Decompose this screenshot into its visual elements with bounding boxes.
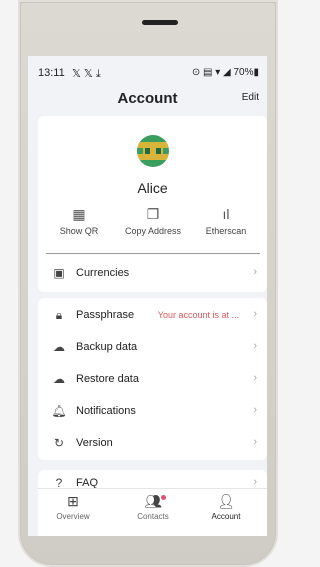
chevron-right-icon: › [253, 404, 257, 416]
etherscan-button[interactable]: ıl Etherscan [191, 206, 261, 236]
currencies-row[interactable]: ▣ Currencies › [38, 258, 267, 290]
backup-data-row[interactable]: ☁ Backup data › [38, 332, 267, 364]
profile-card: Alice ▦ Show QR ❐ Copy Address ıl Ethers… [38, 116, 267, 292]
qr-icon: ▦ [72, 206, 86, 222]
lock-icon: 🔒︎ [55, 308, 63, 322]
cloud-upload-icon: ☁ [53, 372, 65, 386]
chevron-right-icon: › [253, 476, 257, 488]
notification-icons: 𝕏 𝕏 ⤓ [72, 68, 101, 80]
banknote-icon: ▣ [53, 266, 65, 280]
status-right: ⊙ ▤ ▾ ◢ 70%▮ [191, 67, 259, 78]
tab-account[interactable]: 👤︎ Account [191, 493, 261, 521]
person-icon: 👤︎ [217, 493, 235, 509]
chevron-right-icon: › [253, 372, 257, 384]
bell-icon: 🔔︎ [51, 404, 67, 418]
settings-card: 🔒︎ Passphrase Your account is at ... › ☁… [38, 298, 267, 460]
copy-address-button[interactable]: ❐ Copy Address [118, 206, 188, 236]
notifications-row[interactable]: 🔔︎ Notifications › [38, 396, 267, 428]
cloud-download-icon: ☁ [53, 340, 65, 354]
chart-icon: ıl [222, 206, 230, 222]
account-name: Alice [137, 180, 168, 196]
status-bar: 13:11 𝕏 𝕏 ⤓ ⊙ ▤ ▾ ◢ 70%▮ [28, 64, 267, 82]
notification-badge [161, 495, 166, 500]
speaker-grill [142, 20, 178, 25]
chevron-right-icon: › [253, 436, 257, 448]
copy-icon: ❐ [146, 206, 160, 222]
tab-bar: ⊞ Overview 👥︎ Contacts 👤︎ Account [38, 488, 267, 536]
edit-button[interactable]: Edit [242, 92, 259, 103]
chevron-right-icon: › [253, 308, 257, 320]
version-row[interactable]: ↻ Version › [38, 428, 267, 460]
tab-overview[interactable]: ⊞ Overview [38, 493, 108, 521]
divider [46, 253, 260, 254]
app-screen: 13:11 𝕏 𝕏 ⤓ ⊙ ▤ ▾ ◢ 70%▮ Account Edit Al… [28, 56, 267, 536]
header: Account Edit [28, 88, 267, 114]
refresh-icon: ↻ [53, 436, 65, 450]
people-icon: 👥︎ [144, 493, 162, 509]
avatar [137, 135, 169, 167]
passphrase-row[interactable]: 🔒︎ Passphrase Your account is at ... › [38, 300, 267, 332]
show-qr-button[interactable]: ▦ Show QR [44, 206, 114, 236]
tab-contacts[interactable]: 👥︎ Contacts [118, 493, 188, 521]
status-time: 13:11 [38, 67, 65, 79]
passphrase-warning: Your account is at ... [157, 310, 239, 320]
grid-icon: ⊞ [67, 493, 79, 509]
chevron-right-icon: › [253, 340, 257, 352]
page-title: Account [117, 90, 178, 107]
chevron-right-icon: › [253, 266, 257, 278]
restore-data-row[interactable]: ☁ Restore data › [38, 364, 267, 396]
